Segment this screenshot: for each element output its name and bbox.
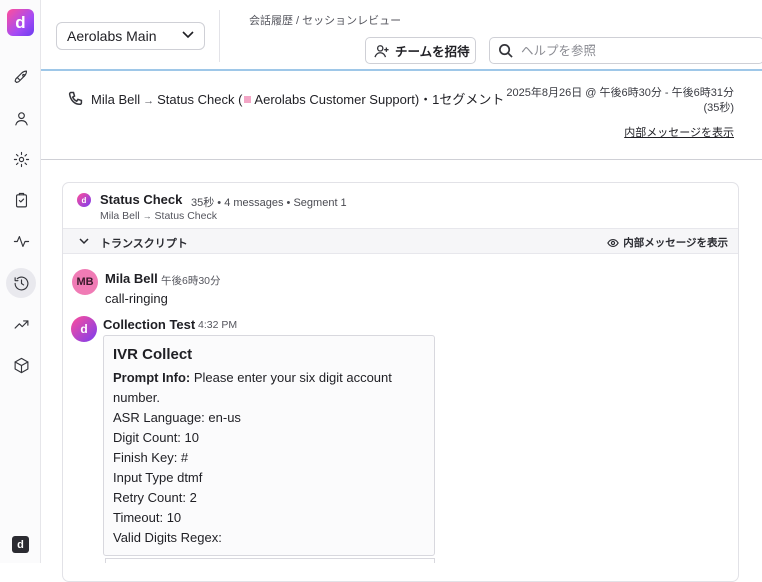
- invite-team-label: チームを招待: [395, 45, 470, 59]
- ivr-field: Finish Key: #: [113, 450, 189, 465]
- show-internal-label: 内部メッセージを表示: [623, 237, 728, 249]
- sidebar-rail: d d: [0, 0, 41, 563]
- agent-name: Aerolabs Customer Support: [254, 92, 415, 107]
- show-internal-toggle[interactable]: 内部メッセージを表示: [607, 235, 728, 250]
- ivr-field: Retry Count: 2: [113, 490, 197, 505]
- transcript-toggle[interactable]: トランスクリプト 内部メッセージを表示: [63, 228, 738, 254]
- arrow-right-icon: →: [143, 95, 155, 107]
- segment-header: d Status Check 35秒 • 4 messages • Segmen…: [63, 183, 738, 228]
- gear-icon[interactable]: [6, 144, 36, 174]
- invite-team-button[interactable]: チームを招待: [365, 37, 476, 64]
- show-internal-messages-link[interactable]: 内部メッセージを表示: [624, 124, 734, 140]
- segment-meta: 35秒 • 4 messages • Segment 1: [191, 197, 347, 209]
- bottom-logo[interactable]: d: [12, 536, 29, 553]
- add-user-icon: [374, 44, 389, 57]
- avatar: MB: [72, 269, 98, 295]
- call-summary: Mila Bell → Status Check ( Aerolabs Custome…: [41, 72, 762, 160]
- call-title: Mila Bell → Status Check ( Aerolabs Custome…: [91, 89, 504, 108]
- message-author: Collection Test: [103, 317, 196, 332]
- route-from: Mila Bell: [100, 210, 140, 222]
- workspace-name: Aerolabs Main: [67, 28, 157, 44]
- ivr-field: Timeout: 10: [113, 510, 182, 525]
- header-accent-line: [41, 69, 762, 71]
- eye-icon: [607, 238, 620, 247]
- call-date-range: 2025年8月26日 @ 午後6時30分 - 午後6時31分 (35秒): [506, 87, 734, 114]
- ivr-title: IVR Collect: [113, 346, 193, 363]
- message-text: call-ringing: [105, 291, 168, 306]
- rocket-icon[interactable]: [6, 62, 36, 92]
- help-search[interactable]: [489, 37, 762, 64]
- segment-route: Mila Bell → Status Check: [100, 210, 217, 222]
- app-logo[interactable]: d: [7, 9, 34, 36]
- avatar: d: [71, 316, 97, 342]
- transcript-label: トランスクリプト: [100, 238, 188, 250]
- caller-name: Mila Bell: [91, 92, 141, 107]
- trend-icon[interactable]: [6, 309, 36, 339]
- logo-letter: d: [15, 12, 26, 32]
- search-input[interactable]: [521, 43, 741, 58]
- arrow-right-icon: →: [142, 211, 152, 221]
- bottom-logo-letter: d: [17, 538, 24, 551]
- cube-icon[interactable]: [6, 350, 36, 380]
- agent-logo-icon: d: [77, 193, 91, 207]
- phone-icon: [68, 91, 84, 107]
- ivr-collect-card: IVR Collect Prompt Info: Please enter yo…: [103, 335, 435, 556]
- segment-title: Status Check: [100, 192, 183, 207]
- workspace-selector[interactable]: Aerolabs Main: [56, 22, 205, 50]
- flow-name: Status Check: [157, 92, 235, 107]
- chevron-down-icon: [79, 238, 89, 245]
- search-icon: [499, 44, 513, 58]
- ivr-field: Valid Digits Regex:: [113, 530, 222, 545]
- next-card-edge: [105, 558, 435, 563]
- breadcrumb: 会話履歴 / セッションレビュー: [249, 15, 402, 27]
- chevron-down-icon: [182, 31, 194, 39]
- ivr-field: Input Type dtmf: [113, 470, 203, 485]
- message-time: 午後6時30分: [161, 275, 221, 287]
- route-to: Status Check: [154, 210, 217, 222]
- activity-icon[interactable]: [6, 226, 36, 256]
- ivr-prompt: Prompt Info: Please enter your six digit…: [113, 368, 425, 408]
- segment-count: )・1セグメント: [414, 92, 505, 107]
- person-icon[interactable]: [6, 103, 36, 133]
- agent-color-icon: [244, 96, 252, 103]
- prompt-label: Prompt Info:: [113, 370, 191, 385]
- message-author: Mila Bell: [105, 271, 158, 286]
- header-divider: [219, 10, 220, 62]
- message-time: 4:32 PM: [198, 319, 238, 331]
- ivr-field: Digit Count: 10: [113, 430, 199, 445]
- clipboard-icon[interactable]: [6, 185, 36, 215]
- ivr-field: ASR Language: en-us: [113, 410, 241, 425]
- history-icon[interactable]: [6, 268, 36, 298]
- open-paren: (: [238, 92, 243, 107]
